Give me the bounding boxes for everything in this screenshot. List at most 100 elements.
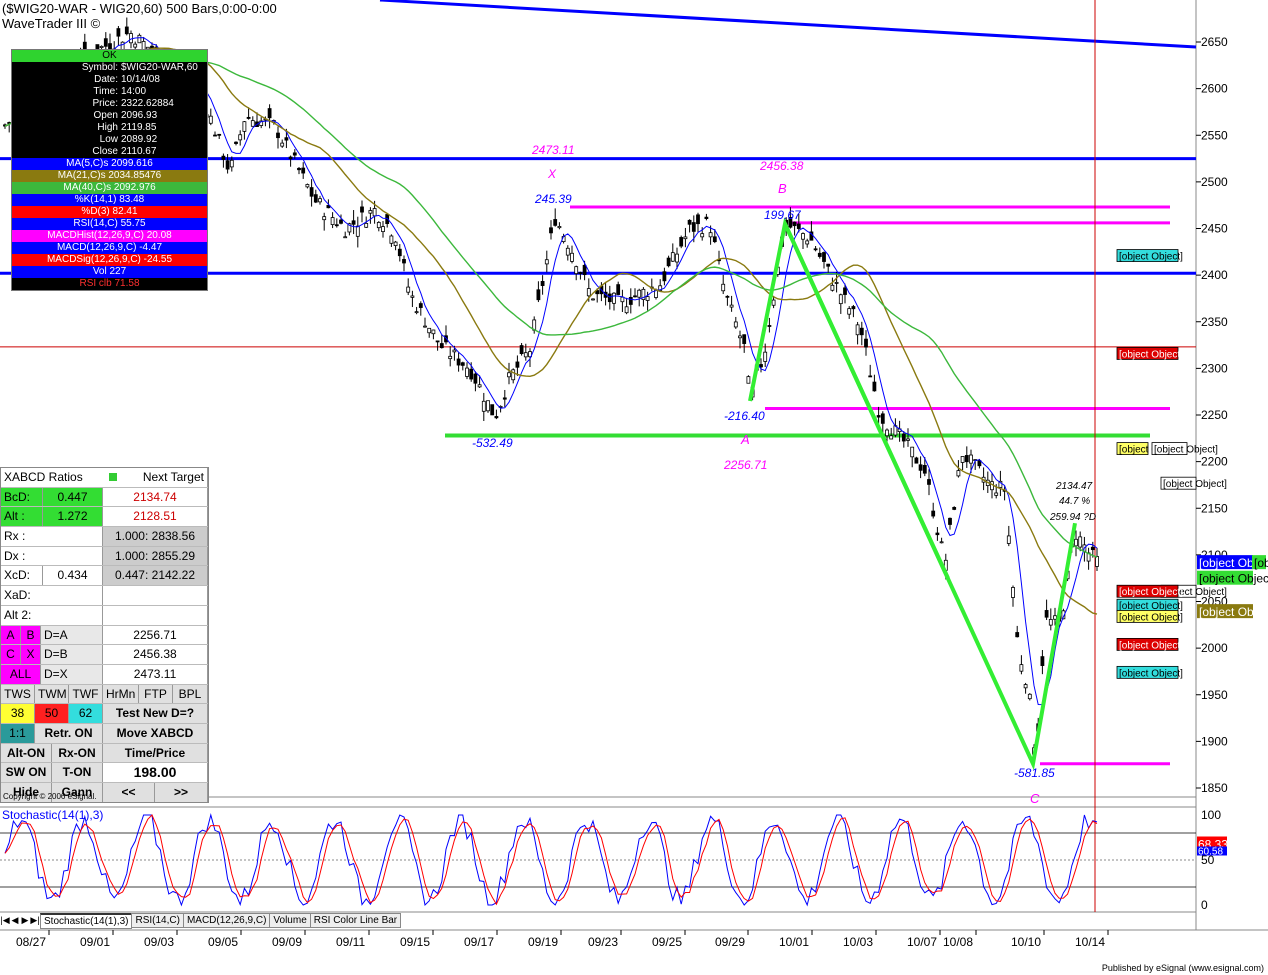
xabcd-value-field[interactable]: 198.00 [103, 763, 208, 782]
candle-body [952, 507, 957, 510]
candle-body [851, 306, 856, 310]
price-tick-label: 2200 [1201, 455, 1228, 469]
data-window[interactable]: OK Symbol: $WIG20-WAR,60 Date: 10/14/08 Time… [11, 49, 208, 291]
xad-label: XaD: [1, 586, 103, 605]
time-tick-label: 10/08 [943, 935, 973, 949]
da-a-button[interactable]: A [1, 625, 21, 645]
xabcd-tab-tws[interactable]: TWS [1, 684, 35, 704]
xabcd-header-left: XABCD Ratios [4, 470, 83, 484]
db-c-button[interactable]: C [1, 645, 21, 664]
candle-body [565, 247, 570, 256]
tab-indicator[interactable]: MACD(12,26,9,C) [182, 912, 271, 928]
candle-body [376, 222, 381, 229]
tab-scroll-first-icon[interactable]: |◀ [0, 915, 10, 926]
candle-body [234, 141, 238, 144]
candle-body [645, 296, 650, 301]
candle-body [914, 457, 919, 464]
candle-body [696, 214, 700, 225]
data-window-value: $WIG20-WAR,60 [121, 62, 198, 73]
xabcd-tab-ftp[interactable]: FTP [139, 684, 173, 704]
candle-body [1006, 535, 1011, 544]
tab-indicator[interactable]: RSI Color Line Bar [309, 912, 402, 928]
xabcd-tab-bpl[interactable]: BPL [173, 684, 208, 704]
test-new-button[interactable]: Test New D=? [103, 704, 208, 723]
t-on-button[interactable]: T-ON [52, 763, 103, 782]
published-by: Published by eSignal (www.esignal.com) [1101, 963, 1264, 973]
candle-body [322, 216, 327, 221]
candle-body [486, 400, 490, 412]
tab-indicator[interactable]: Stochastic(14(1),3) [40, 912, 133, 929]
candle-body [276, 132, 280, 139]
time-tick-label: 10/07 [907, 935, 937, 949]
candle-body [708, 232, 713, 238]
indicator-readout: MACD(12,26,9,C) -4.47 [12, 242, 207, 254]
tw-value-38[interactable]: 38 [1, 704, 35, 723]
data-window-ok[interactable]: OK [12, 50, 207, 62]
price-tick-label: 1850 [1201, 781, 1228, 795]
tab-indicator[interactable]: Volume [269, 912, 311, 928]
data-window-key: Price: [92, 98, 118, 109]
price-tick-label: 2550 [1201, 128, 1228, 142]
candle-body [822, 252, 826, 262]
tab-scroll-right-icon[interactable]: ▶ [20, 915, 30, 926]
candle-body [1074, 538, 1078, 547]
candle-body [137, 34, 142, 44]
time-price-button[interactable]: Time/Price [103, 743, 208, 763]
tab-scroll-last-icon[interactable]: ▶| [30, 915, 40, 926]
move-xabcd-button[interactable]: Move XABCD [103, 723, 208, 743]
level-label: [object Object] [1119, 252, 1183, 263]
tw-value-50[interactable]: 50 [35, 704, 69, 723]
one-one-button[interactable]: 1:1 [1, 723, 35, 743]
da-b-button[interactable]: B [21, 625, 41, 645]
candle-body [343, 236, 348, 239]
alt-label: Alt : [1, 507, 43, 527]
candle-body [536, 289, 541, 301]
candle-body [544, 259, 549, 265]
candle-body [746, 376, 751, 384]
candle-body [927, 479, 931, 485]
candle-body [771, 299, 776, 306]
tw-value-62[interactable]: 62 [69, 704, 103, 723]
candle-body [792, 221, 797, 227]
tab-scroll-left-icon[interactable]: ◀ [10, 915, 20, 926]
pattern-annotation: X [547, 167, 557, 181]
candle-body [889, 435, 894, 440]
xabcd-tab-twf[interactable]: TWF [69, 684, 103, 704]
pattern-annotation: B [778, 181, 787, 196]
candle-body [406, 286, 411, 293]
time-tick-label: 09/15 [400, 935, 430, 949]
candle-body [540, 281, 545, 286]
candle-body [683, 236, 688, 240]
candle-body [817, 252, 822, 257]
candle-body [838, 294, 843, 305]
xabcd-header-right: Next Target [142, 470, 204, 484]
candle-body [805, 240, 810, 245]
xabcd-tab-twm[interactable]: TWM [35, 684, 69, 704]
rx-target: 1.000: 2838.56 [103, 527, 208, 546]
data-window-key: Low [99, 134, 118, 145]
next-button[interactable]: >> [155, 783, 208, 802]
xabcd-tab-hrmn[interactable]: HrMn [103, 684, 139, 704]
rx-on-button[interactable]: Rx-ON [52, 743, 103, 763]
candle-body [616, 284, 621, 295]
candle-body [221, 155, 226, 160]
candle-body [922, 464, 927, 474]
data-window-value: 10/14/08 [121, 74, 160, 85]
time-tick-label: 09/11 [336, 935, 365, 949]
pattern-annotation: C [1030, 791, 1040, 806]
price-tag: [object Object] [1199, 572, 1268, 586]
prev-button[interactable]: << [103, 783, 155, 802]
candle-body [439, 343, 444, 349]
sw-on-button[interactable]: SW ON [1, 763, 52, 782]
retr-on-button[interactable]: Retr. ON [35, 723, 103, 743]
candle-body [733, 321, 738, 328]
alt-on-button[interactable]: Alt-ON [1, 743, 52, 763]
candle-body [880, 413, 885, 424]
db-x-button[interactable]: X [21, 645, 41, 664]
candle-body [830, 284, 835, 291]
candle-body [418, 303, 423, 308]
candle-body [876, 415, 881, 418]
tab-indicator[interactable]: RSI(14,C) [131, 912, 184, 928]
indicator-readout: MA(5,C)s 2099.616 [12, 158, 207, 170]
dx-all-button[interactable]: ALL [1, 664, 41, 684]
